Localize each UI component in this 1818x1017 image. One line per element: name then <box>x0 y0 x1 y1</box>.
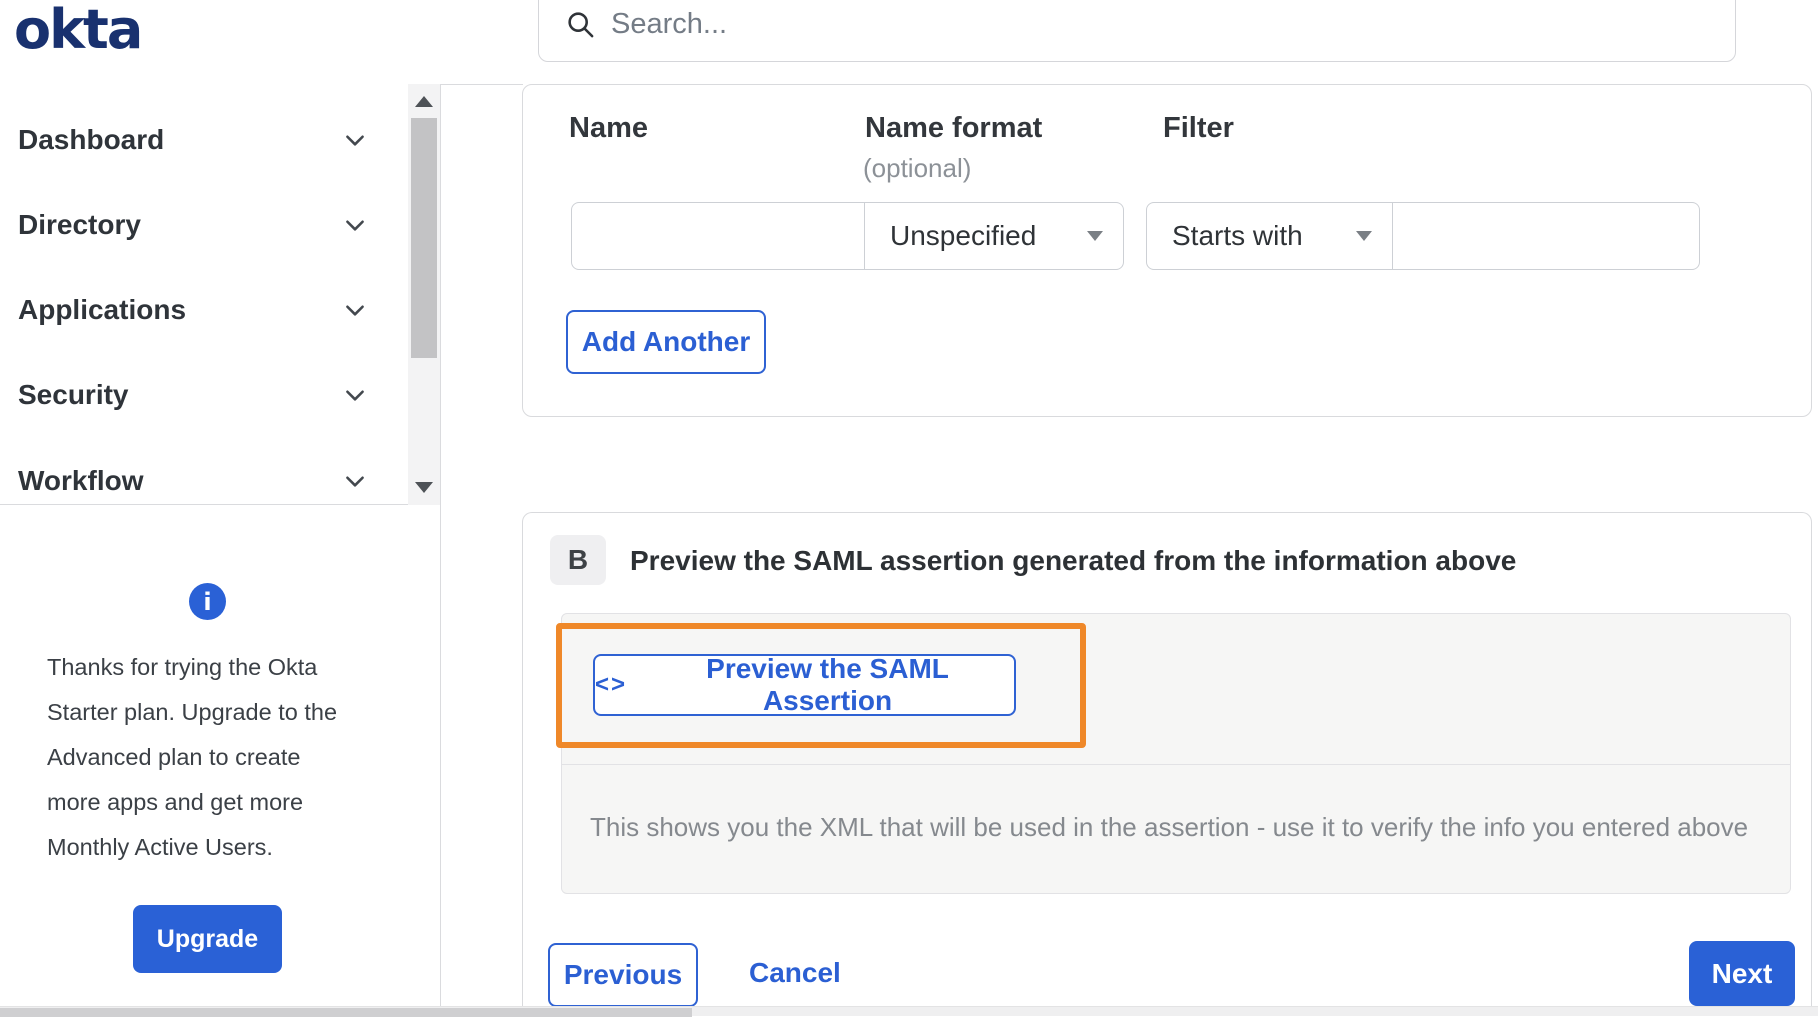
filter-type-value: Starts with <box>1172 220 1303 251</box>
cancel-link[interactable]: Cancel <box>749 957 841 989</box>
dropdown-caret-icon <box>1356 231 1372 241</box>
name-format-hint: (optional) <box>863 153 972 183</box>
upgrade-button[interactable]: Upgrade <box>133 905 282 973</box>
preview-saml-button-label: Preview the SAML Assertion <box>706 653 949 716</box>
name-format-select[interactable]: Unspecified <box>864 202 1124 270</box>
sidebar-scrollbar-thumb[interactable] <box>411 118 437 358</box>
preview-help-text: This shows you the XML that will be used… <box>590 812 1749 842</box>
filter-label: Filter <box>1163 112 1234 144</box>
code-icon: <> <box>595 671 628 698</box>
sidebar-item-applications[interactable]: Applications <box>18 288 368 332</box>
sidebar-scrollbar[interactable] <box>408 84 440 505</box>
sidebar-item-label: Applications <box>18 294 187 325</box>
sidebar-item-directory[interactable]: Directory <box>18 203 368 247</box>
sidebar-border <box>440 84 441 1008</box>
sidebar-nav: Dashboard Directory Applications Securit… <box>0 84 440 505</box>
scroll-up-icon[interactable] <box>415 96 433 107</box>
preview-section-title: Preview the SAML assertion generated fro… <box>630 545 1517 576</box>
sidebar-item-security[interactable]: Security <box>18 373 368 417</box>
search-icon <box>568 11 594 37</box>
filter-value-input[interactable] <box>1392 202 1700 270</box>
sidebar-item-label: Workflow <box>18 465 144 496</box>
sidebar-item-label: Directory <box>18 209 141 240</box>
panel-divider <box>562 764 1790 765</box>
attribute-statements-card: Name Name format (optional) Filter Unspe… <box>522 84 1812 417</box>
info-icon: i <box>189 583 226 620</box>
sidebar-item-label: Security <box>18 379 129 410</box>
chevron-down-icon <box>346 220 364 231</box>
saml-preview-card: B Preview the SAML assertion generated f… <box>522 512 1812 1016</box>
sidebar-item-label: Dashboard <box>18 124 165 155</box>
name-label: Name <box>569 112 648 144</box>
filter-type-select[interactable]: Starts with <box>1146 202 1393 270</box>
preview-saml-button[interactable]: <> Preview the SAML Assertion <box>593 653 1016 716</box>
chevron-down-icon <box>346 305 364 316</box>
next-button[interactable]: Next <box>1689 941 1795 1006</box>
name-format-label: Name format <box>865 112 1043 144</box>
name-input[interactable] <box>571 202 865 270</box>
okta-logo[interactable]: okta <box>14 0 143 60</box>
previous-button[interactable]: Previous <box>548 943 698 1007</box>
scroll-down-icon[interactable] <box>415 482 433 493</box>
horizontal-scrollbar[interactable] <box>0 1006 1818 1017</box>
chevron-down-icon <box>346 135 364 146</box>
name-format-value: Unspecified <box>890 220 1037 251</box>
dropdown-caret-icon <box>1087 231 1103 241</box>
chevron-down-icon <box>346 390 364 401</box>
chevron-down-icon <box>346 476 364 487</box>
step-badge: B <box>550 535 606 585</box>
plan-notice: Thanks for trying the Okta Starter plan.… <box>47 654 338 860</box>
search-input[interactable] <box>611 7 1611 41</box>
global-search[interactable] <box>538 0 1736 62</box>
sidebar-item-dashboard[interactable]: Dashboard <box>18 118 368 162</box>
add-another-button[interactable]: Add Another <box>566 310 766 374</box>
sidebar-item-workflow[interactable]: Workflow <box>18 459 368 503</box>
